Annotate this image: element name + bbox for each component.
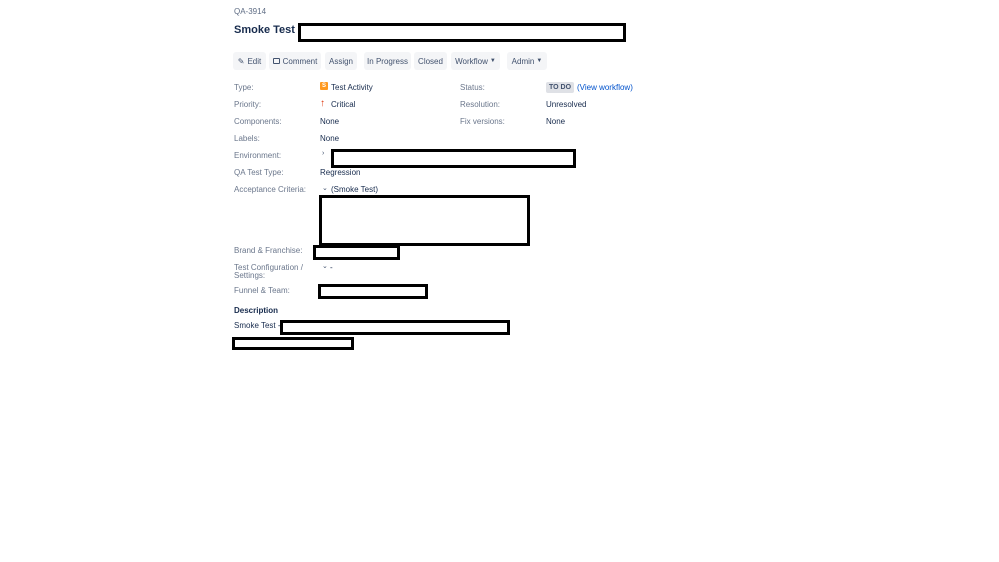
workflow-dropdown[interactable]: Workflow ▼ [451, 52, 500, 70]
redacted-description-line-1 [280, 320, 510, 335]
comment-button[interactable]: Comment [269, 52, 321, 70]
chevron-down-icon: ▼ [489, 58, 496, 64]
chevron-down-icon[interactable]: ⌄ [322, 262, 328, 270]
fix-versions-label: Fix versions: [460, 117, 505, 126]
labels-value: None [320, 134, 340, 143]
test-configuration-label-2: Settings: [234, 271, 266, 280]
description-text: Smoke Test - [234, 321, 281, 330]
admin-dropdown[interactable]: Admin ▼ [507, 52, 547, 70]
chevron-down-icon[interactable]: ⌄ [322, 184, 328, 192]
type-label: Type: [234, 83, 254, 92]
resolution-value: Unresolved [546, 100, 587, 109]
status-badge: TO DO [546, 82, 575, 93]
fix-versions-value: None [546, 117, 566, 126]
description-heading: Description [234, 306, 279, 315]
view-workflow-link[interactable]: (View workflow) [577, 83, 633, 92]
acceptance-criteria-label: Acceptance Criteria: [234, 185, 307, 194]
issue-key-link[interactable]: QA-3914 [234, 7, 266, 16]
redacted-description-line-2 [232, 337, 354, 350]
assign-button-label: Assign [328, 56, 353, 66]
pencil-icon: ✎ [237, 56, 245, 66]
brand-franchise-label: Brand & Franchise: [234, 246, 303, 255]
redacted-brand-franchise [313, 245, 400, 260]
workflow-dropdown-label: Workflow [455, 56, 488, 66]
redacted-funnel-team [318, 284, 428, 299]
qa-test-type-label: QA Test Type: [234, 168, 284, 177]
issue-title[interactable]: Smoke Test - [234, 24, 302, 36]
components-value: None [320, 117, 340, 126]
resolution-label: Resolution: [460, 100, 501, 109]
acceptance-criteria-value: (Smoke Test) [331, 185, 378, 194]
edit-button[interactable]: ✎ Edit [233, 52, 266, 70]
comment-button-label: Comment [282, 56, 318, 66]
chevron-right-icon[interactable]: › [322, 150, 324, 157]
redacted-acceptance-criteria [319, 195, 530, 246]
status-label: Status: [460, 83, 485, 92]
chevron-down-icon: ▼ [536, 58, 543, 64]
redacted-environment [331, 149, 576, 168]
edit-button-label: Edit [247, 56, 262, 66]
assign-button[interactable]: Assign [325, 52, 357, 70]
redacted-title [298, 23, 626, 42]
priority-value: Critical [331, 100, 356, 109]
type-value: Test Activity [331, 83, 373, 92]
closed-button[interactable]: Closed [414, 52, 447, 70]
comment-icon [272, 58, 280, 64]
admin-dropdown-label: Admin [511, 56, 535, 66]
test-activity-icon: S [320, 82, 328, 90]
closed-button-label: Closed [418, 56, 443, 66]
arrow-up-icon: ↑ [320, 98, 325, 109]
labels-label: Labels: [234, 134, 260, 143]
test-configuration-value: - [330, 263, 333, 272]
in-progress-button-label: In Progress [367, 56, 408, 66]
in-progress-button[interactable]: In Progress [364, 52, 411, 70]
priority-label: Priority: [234, 100, 262, 109]
environment-label: Environment: [234, 151, 282, 160]
qa-test-type-value: Regression [320, 168, 361, 177]
components-label: Components: [234, 117, 282, 126]
funnel-team-label: Funnel & Team: [234, 286, 290, 295]
